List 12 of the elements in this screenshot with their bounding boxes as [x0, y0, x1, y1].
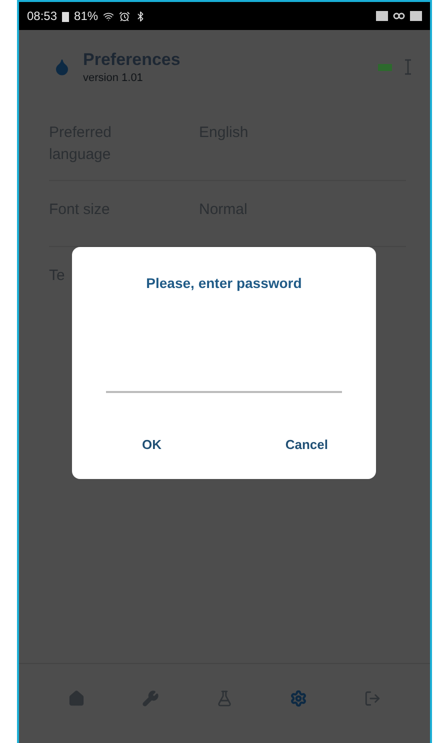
- alarm-icon: [119, 10, 130, 22]
- cancel-button[interactable]: Cancel: [279, 433, 334, 456]
- battery-percent: 81%: [74, 9, 98, 23]
- version-text: version 1.01: [83, 72, 144, 84]
- bluetooth-icon: [135, 10, 146, 22]
- droplet-icon: [53, 58, 71, 76]
- wifi-icon: [103, 10, 114, 22]
- status-time: 08:53: [27, 9, 58, 23]
- text-cursor-icon[interactable]: [404, 59, 412, 75]
- ok-button[interactable]: OK: [136, 433, 168, 456]
- dialog-title: Please, enter password: [146, 275, 302, 291]
- link-icon: [393, 12, 405, 20]
